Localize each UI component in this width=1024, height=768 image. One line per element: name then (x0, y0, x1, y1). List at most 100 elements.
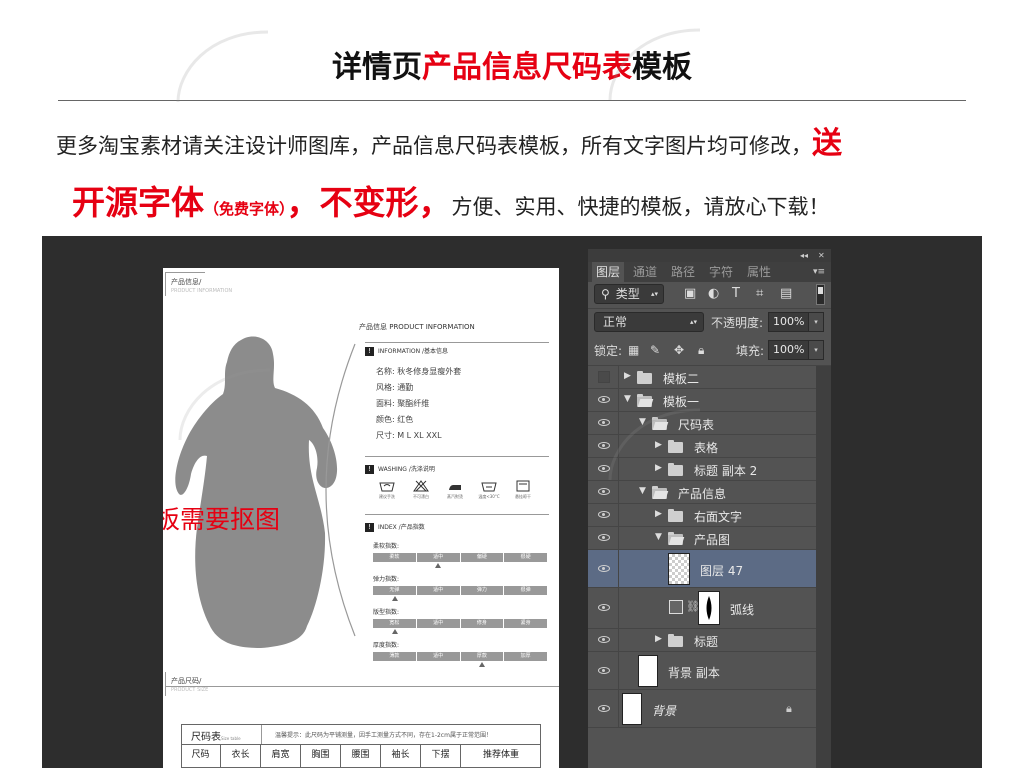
filter-toggle[interactable] (816, 284, 825, 305)
opacity-field[interactable]: 100% (768, 312, 810, 332)
corner-mark (165, 272, 166, 296)
shape-filter-icon[interactable]: ⌗ (756, 286, 763, 301)
index-bar-fit: 宽松 适中 修身 紧身 (373, 619, 547, 628)
lock-image-icon[interactable]: ✎ (650, 343, 660, 357)
corner-mark (165, 672, 166, 696)
template-document-page: 产品信息/ PRODUCT INFORMATION 此模板需要抠图 产品信息 P… (163, 268, 559, 768)
visibility-toggle[interactable] (588, 690, 619, 727)
section-divider (165, 686, 559, 687)
screenshot-root: 详情页产品信息尺码表模板 更多淘宝素材请关注设计师图库，产品信息尺码表模板，所有… (0, 0, 1024, 768)
layers-panel: ◂◂ ✕ 图层 通道 路径 字符 属性 ▾≡ ⚲ 类型 ▴▾ ▣ ◐ T ⌗ ▤ 正… (588, 249, 831, 768)
expand-arrow-icon[interactable]: ▶ (624, 371, 631, 381)
washing-header: ! WASHING /洗涤说明 (365, 464, 435, 474)
size-col-header: 推荐体重 (482, 750, 519, 760)
blend-mode-select[interactable]: 正常 ▴▾ (594, 312, 704, 332)
image-filter-icon[interactable]: ▣ (684, 286, 696, 301)
tab-properties[interactable]: 属性 (742, 262, 776, 282)
panel-menu-icon[interactable]: ▾≡ (813, 262, 825, 282)
adjustment-filter-icon[interactable]: ◐ (708, 286, 719, 301)
eye-icon (598, 511, 610, 518)
visibility-toggle[interactable] (588, 588, 619, 628)
lock-label: 锁定: (594, 344, 623, 358)
panel-tab-bar: 图层 通道 路径 字符 属性 ▾≡ (588, 262, 831, 282)
index-marker (391, 596, 398, 601)
lock-all-icon[interactable]: 🔒︎ (698, 343, 704, 358)
layer-row-layer-47[interactable]: 图层 47 (588, 550, 816, 588)
tab-character[interactable]: 字符 (704, 262, 738, 282)
layer-name: 背景 副本 (668, 666, 720, 680)
layer-row-background-copy[interactable]: 背景 副本 (588, 652, 816, 690)
chevron-up-down-icon: ▴▾ (650, 290, 658, 298)
index-label-softness: 柔软指数: (373, 543, 400, 550)
layer-thumbnail (622, 693, 642, 725)
divider (365, 514, 549, 515)
lock-position-icon[interactable]: ✥ (674, 343, 684, 357)
fill-dropdown[interactable]: ▾ (808, 340, 824, 360)
close-icon[interactable]: ✕ (818, 249, 825, 262)
basic-info-row: 名称: 秋冬修身显瘦外套 (376, 367, 462, 376)
layer-row-right-text[interactable]: ▶ 右面文字 (588, 504, 816, 527)
description-line-2: 开源字体（免费字体），不变形，方便、实用、快捷的模板，请放心下载！ (72, 183, 830, 222)
layer-row-template-2[interactable]: ▶ 模板二 (588, 366, 816, 389)
wash-item-handwash: 建议手洗 (370, 480, 404, 500)
type-filter-icon[interactable]: T (732, 286, 740, 301)
size-table-title: 尺码表Size table (191, 732, 241, 743)
basic-info-header: ! INFORMATION /基本信息 (365, 346, 448, 356)
wash-temperature-icon (481, 482, 497, 492)
wash-item-steam-iron: 蒸汽熨烫 (438, 480, 472, 500)
lock-transparent-icon[interactable]: ▦ (628, 343, 639, 357)
fill-field[interactable]: 100% (768, 340, 810, 360)
tab-layers[interactable]: 图层 (592, 262, 624, 282)
lock-icon: 🔒︎ (786, 702, 792, 715)
watermark-logo (176, 30, 269, 103)
layer-name: 右面文字 (694, 510, 743, 524)
wash-item-hang-dry: 悬挂晾干 (506, 480, 540, 500)
layers-scrollbar[interactable] (816, 366, 831, 768)
visibility-toggle[interactable] (588, 366, 619, 388)
layer-row-product-image[interactable]: ▼ 产品图 (588, 527, 816, 550)
visibility-toggle[interactable] (588, 504, 619, 526)
filter-kind-select[interactable]: ⚲ 类型 ▴▾ (594, 284, 664, 304)
visibility-toggle[interactable] (588, 629, 619, 651)
eye-icon (598, 565, 610, 572)
section-label-product-info: 产品信息/ (171, 278, 202, 286)
index-label-elasticity: 弹力指数: (373, 576, 400, 583)
basic-info-row: 风格: 通勤 (376, 383, 414, 392)
exclamation-icon: ! (365, 465, 374, 474)
exclamation-icon: ! (365, 347, 374, 356)
search-icon: ⚲ (601, 287, 610, 301)
layer-row-arc[interactable]: ⛓ 弧线 (588, 588, 816, 629)
layer-row-background[interactable]: 背景 🔒︎ (588, 690, 816, 728)
visibility-toggle[interactable] (588, 527, 619, 549)
cutout-note: 此模板需要抠图 (163, 505, 281, 534)
size-col-header: 腰围 (341, 745, 381, 768)
collapse-arrow-icon[interactable]: ▼ (655, 532, 662, 542)
visibility-toggle[interactable] (588, 652, 619, 689)
shape-layer-icon (669, 600, 683, 614)
wash-item-temperature: 温度<30°C (472, 480, 506, 500)
double-chevron-icon[interactable]: ◂◂ (800, 249, 808, 262)
expand-arrow-icon[interactable]: ▶ (655, 509, 662, 519)
eye-icon (598, 534, 610, 541)
tab-channels[interactable]: 通道 (628, 262, 662, 282)
size-col-header: 衣长 (221, 745, 261, 768)
visibility-off-icon (598, 371, 610, 383)
basic-info-row: 面料: 聚酯纤维 (376, 399, 430, 408)
index-bar-softness: 柔软 适中 偏硬 很硬 (373, 553, 547, 562)
opacity-dropdown[interactable]: ▾ (808, 312, 824, 332)
size-table-header-row: 尺码 衣长 肩宽 胸围 腰围 袖长 下摆 推荐体重 (181, 744, 541, 768)
fill-label: 填充: (736, 344, 765, 358)
section-sub-product-info: PRODUCT INFORMATION (171, 288, 233, 294)
expand-arrow-icon[interactable]: ▶ (655, 634, 662, 644)
visibility-toggle[interactable] (588, 550, 619, 587)
index-marker (391, 629, 398, 634)
hang-dry-icon (516, 480, 530, 492)
layer-name: 标题 (694, 635, 719, 649)
layer-name: 图层 47 (700, 564, 744, 578)
tab-paths[interactable]: 路径 (666, 262, 700, 282)
layer-row-title[interactable]: ▶ 标题 (588, 629, 816, 652)
product-info-title: 产品信息 PRODUCT INFORMATION (359, 323, 475, 331)
smart-object-filter-icon[interactable]: ▤ (780, 286, 792, 301)
eye-icon (598, 636, 610, 643)
size-col-header: 胸围 (301, 745, 341, 768)
